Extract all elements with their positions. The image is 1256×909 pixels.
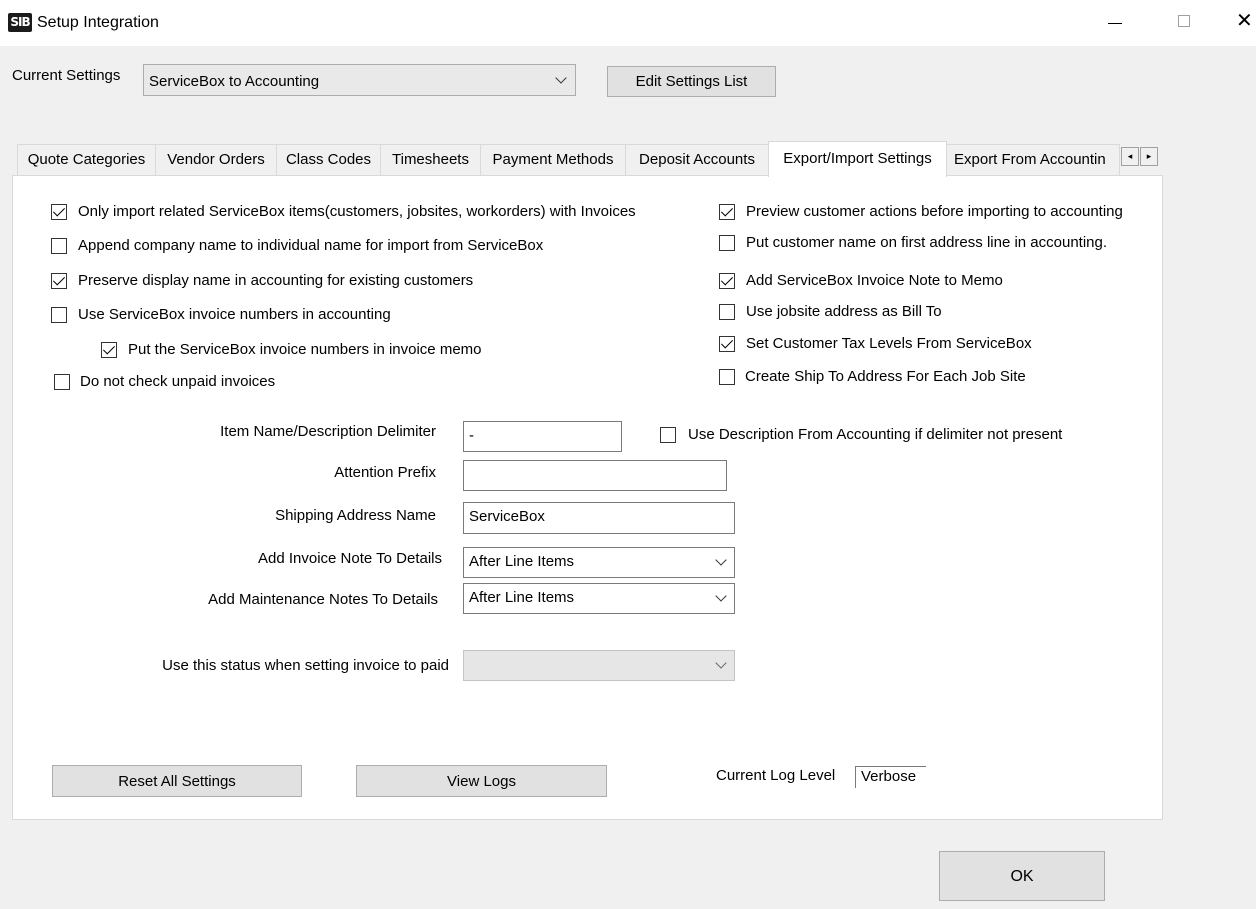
chevron-down-icon [715,554,727,566]
attention-prefix-input[interactable] [463,460,727,491]
log-level-field: Verbose [855,766,926,788]
checkbox-label: Add ServiceBox Invoice Note to Memo [746,272,1003,289]
maintenance-notes-value: After Line Items [469,589,575,606]
chevron-down-icon [555,72,567,84]
tab-scroll-left-icon[interactable]: ◂ [1121,147,1139,166]
tab-vendor-orders[interactable]: Vendor Orders [155,144,277,175]
ok-button[interactable]: OK [939,851,1105,901]
close-icon[interactable]: ✕ [1236,11,1256,35]
shipping-address-value: ServiceBox [469,508,545,525]
checkbox-label: Set Customer Tax Levels From ServiceBox [746,335,1032,352]
title-bar: SIB Setup Integration ✕ [0,0,1256,46]
checkbox-set-tax-levels[interactable] [719,336,735,352]
view-logs-button[interactable]: View Logs [356,765,607,797]
window-title: Setup Integration [37,14,159,31]
delimiter-label: Item Name/Description Delimiter [220,423,436,440]
checkbox-label: Use Description From Accounting if delim… [688,426,1063,443]
checkbox-append-company-name[interactable] [51,238,67,254]
invoice-note-value: After Line Items [469,553,575,570]
current-settings-value: ServiceBox to Accounting [149,73,320,90]
checkbox-label: Only import related ServiceBox items(cus… [78,203,636,220]
checkbox-preview-customer-actions[interactable] [719,204,735,220]
tab-timesheets[interactable]: Timesheets [380,144,481,175]
tab-panel-export-import: Only import related ServiceBox items(cus… [12,175,1163,820]
tab-class-codes[interactable]: Class Codes [276,144,381,175]
checkbox-use-description[interactable] [660,427,676,443]
checkbox-label: Append company name to individual name f… [78,237,544,254]
log-level-label: Current Log Level [716,767,836,784]
checkbox-preserve-display-name[interactable] [51,273,67,289]
tab-scroll-right-icon[interactable]: ▸ [1140,147,1158,166]
app-icon: SIB [8,13,32,32]
chevron-down-icon [715,657,727,669]
tab-export-import-settings[interactable]: Export/Import Settings [768,141,947,177]
reset-all-settings-button[interactable]: Reset All Settings [52,765,302,797]
checkbox-label: Put customer name on first address line … [746,234,1108,251]
shipping-address-input[interactable]: ServiceBox [463,502,735,534]
attention-prefix-label: Attention Prefix [334,464,436,481]
delimiter-value: - [469,427,474,444]
checkbox-customer-name-first-line[interactable] [719,235,735,251]
checkbox-label: Use jobsite address as Bill To [746,303,942,320]
tab-deposit-accounts[interactable]: Deposit Accounts [625,144,769,175]
current-settings-select[interactable]: ServiceBox to Accounting [143,64,576,96]
checkbox-jobsite-bill-to[interactable] [719,304,735,320]
checkbox-only-import-related[interactable] [51,204,67,220]
invoice-note-select[interactable]: After Line Items [463,547,735,578]
checkbox-label: Create Ship To Address For Each Job Site [745,368,1026,385]
chevron-down-icon [715,590,727,602]
checkbox-label: Do not check unpaid invoices [80,373,276,390]
checkbox-label: Preview customer actions before importin… [746,203,1123,220]
shipping-address-label: Shipping Address Name [275,507,436,524]
current-settings-label: Current Settings [12,67,121,84]
maintenance-notes-select[interactable]: After Line Items [463,583,735,614]
checkbox-label: Preserve display name in accounting for … [78,272,474,289]
checkbox-label: Put the ServiceBox invoice numbers in in… [128,341,482,358]
invoice-note-label: Add Invoice Note To Details [258,550,442,567]
checkbox-label: Use ServiceBox invoice numbers in accoun… [78,306,391,323]
maximize-icon[interactable] [1178,15,1190,27]
tab-quote-categories[interactable]: Quote Categories [17,144,156,175]
edit-settings-list-button[interactable]: Edit Settings List [607,66,776,97]
checkbox-add-invoice-note-memo[interactable] [719,273,735,289]
checkbox-invoice-numbers-in-memo[interactable] [101,342,117,358]
tab-export-from-accounting[interactable]: Export From Accountin [946,144,1120,175]
log-level-value: Verbose [861,768,917,785]
checkbox-create-ship-to[interactable] [719,369,735,385]
checkbox-use-invoice-numbers[interactable] [51,307,67,323]
checkbox-do-not-check-unpaid[interactable] [54,374,70,390]
minimize-icon[interactable] [1104,10,1126,34]
delimiter-input[interactable]: - [463,421,622,452]
paid-status-select[interactable] [463,650,735,681]
paid-status-label: Use this status when setting invoice to … [162,657,449,674]
tab-payment-methods[interactable]: Payment Methods [480,144,626,175]
maintenance-notes-label: Add Maintenance Notes To Details [208,591,438,608]
